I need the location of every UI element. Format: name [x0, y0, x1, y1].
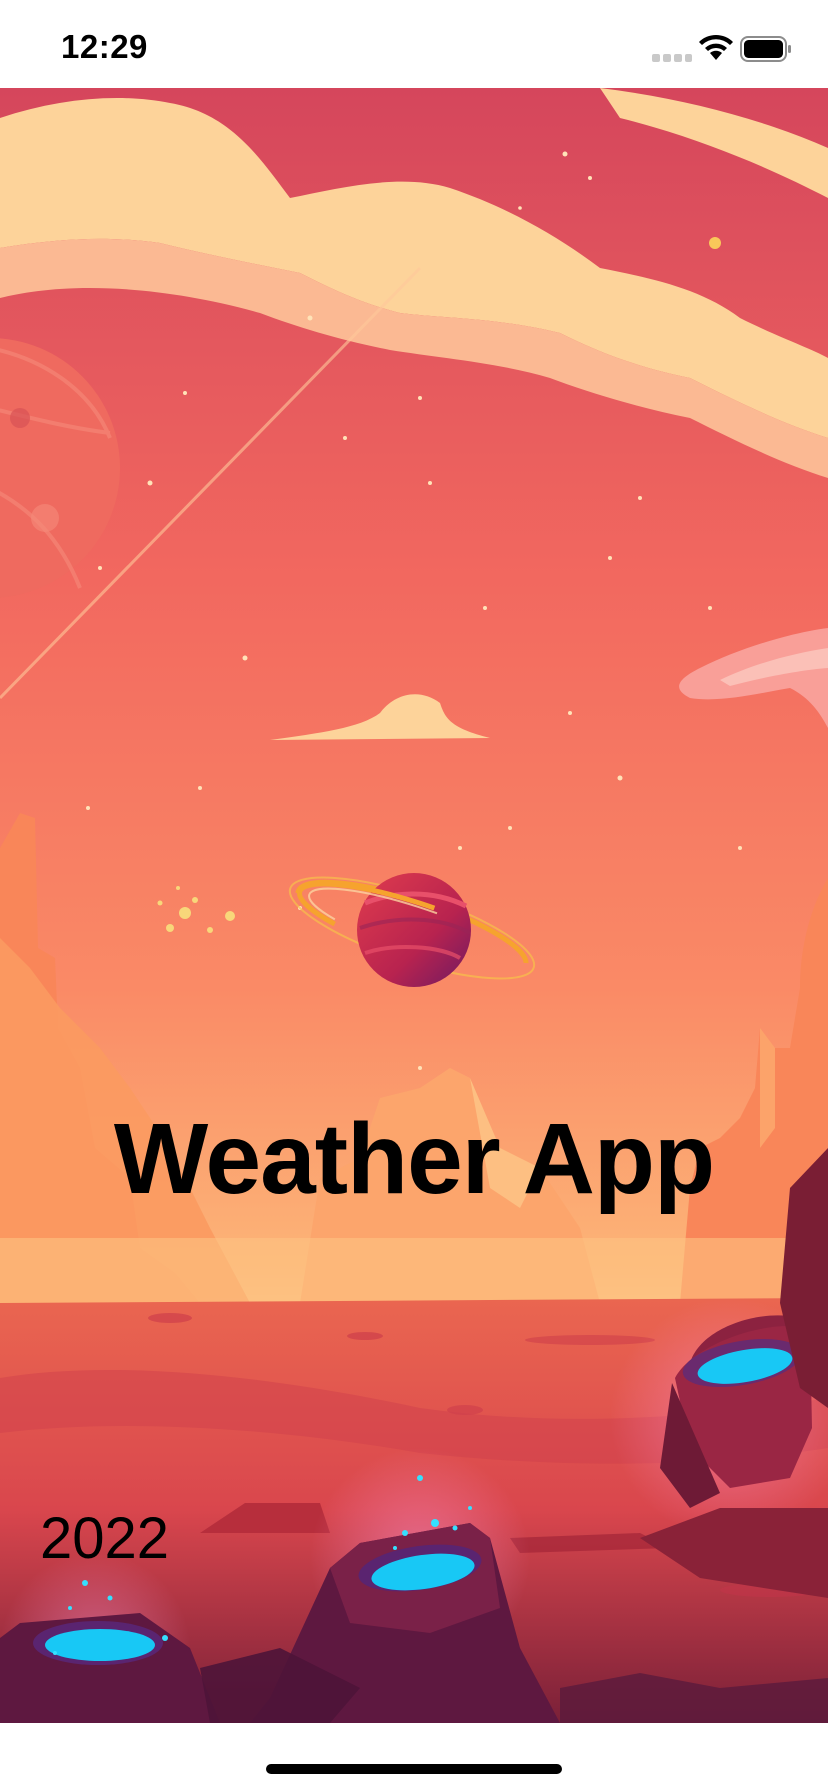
year-label: 2022 [40, 1506, 170, 1571]
home-indicator[interactable] [266, 1764, 562, 1774]
wifi-icon [699, 34, 733, 60]
home-indicator-area [0, 1723, 828, 1792]
status-time: 12:29 [61, 28, 148, 65]
battery-icon [740, 36, 791, 62]
status-bar: 12:29 [0, 0, 828, 88]
app-title: Weather App [113, 1103, 715, 1215]
mars-landscape-background [0, 88, 828, 1723]
cellular-signal-icon [652, 54, 692, 62]
